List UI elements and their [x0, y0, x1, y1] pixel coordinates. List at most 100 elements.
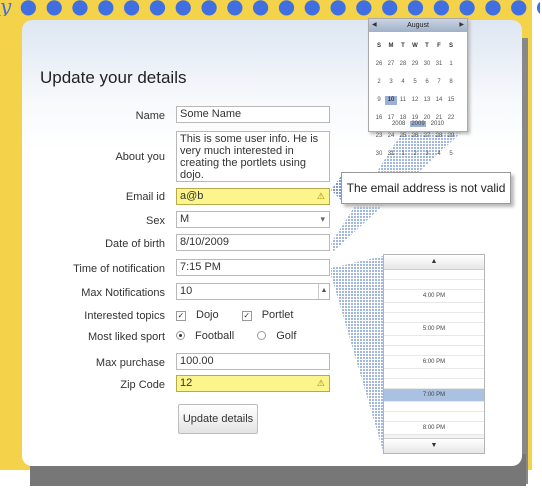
calendar-day[interactable]: 9 [373, 96, 385, 105]
sex-select[interactable]: M ▾ [176, 211, 330, 228]
zip-input[interactable]: 12 ⚠ [176, 375, 330, 392]
chevron-down-icon: ▾ [320, 214, 325, 224]
date-picker-calendar[interactable]: August ◀ ▶ S M T W T F S26 27 28 29 30 31 12 3 4 5 6 7 89 1… [368, 18, 468, 157]
dob-label: Date of birth [105, 238, 165, 250]
calendar-day[interactable]: 4 [433, 150, 445, 159]
calendar-day[interactable]: 25 [397, 132, 409, 141]
time-slot-hour[interactable]: 6:00 PM [384, 356, 484, 369]
calendar-day[interactable]: 12 [409, 96, 421, 105]
about-textarea[interactable]: This is some user info. He is very much … [176, 131, 330, 182]
max-notifications-value: 10 [180, 285, 193, 297]
time-slot-hour[interactable]: 4:00 PM [384, 290, 484, 303]
email-value: a@b [180, 190, 204, 202]
calendar-day[interactable]: 13 [421, 96, 433, 105]
calendar-day[interactable]: 2 [373, 78, 385, 87]
purchase-label: Max purchase [95, 357, 165, 369]
name-value: Some Name [180, 108, 242, 120]
name-label: Name [135, 110, 165, 122]
calendar-day[interactable]: 29 [409, 60, 421, 69]
calendar-day[interactable]: 7 [433, 78, 445, 87]
time-slot[interactable] [384, 379, 484, 389]
calendar-day[interactable]: 2 [409, 150, 421, 159]
prev-month-icon[interactable]: ◀ [372, 21, 377, 28]
time-slot-hour[interactable]: 7:00 PM [384, 389, 484, 402]
calendar-day[interactable]: 31 [385, 150, 397, 159]
calendar-day[interactable]: 10 [385, 96, 397, 105]
calendar-day[interactable]: 5 [445, 150, 457, 159]
about-label: About you [115, 151, 165, 163]
calendar-day[interactable]: 29 [445, 132, 457, 141]
checkbox-dojo[interactable]: ✓ Dojo [176, 309, 229, 321]
calendar-day[interactable]: 30 [421, 60, 433, 69]
calendar-day[interactable]: 24 [385, 132, 397, 141]
calendar-day[interactable]: 27 [421, 132, 433, 141]
calendar-day[interactable]: 30 [373, 150, 385, 159]
checkbox-portlet[interactable]: ✓ Portlet [241, 309, 304, 321]
time-input[interactable]: 7:15 PM [176, 259, 330, 276]
calendar-grid: S M T W T F S26 27 28 29 30 31 12 3 4 5 6 7 89 10 11 12 13 14 15… [373, 34, 463, 160]
sex-label: Sex [146, 215, 165, 227]
time-slot[interactable] [384, 346, 484, 356]
weekday-header: S [376, 43, 381, 49]
email-label: Email id [125, 191, 165, 203]
calendar-day[interactable]: 28 [397, 60, 409, 69]
calendar-day[interactable]: 15 [445, 96, 457, 105]
dob-input[interactable]: 8/10/2009 [176, 234, 330, 251]
update-details-button[interactable]: Update details [178, 404, 258, 434]
dojo-label: Dojo [196, 309, 219, 321]
page-title: Update your details [40, 68, 187, 87]
weekday-header: T [401, 43, 405, 49]
calendar-day[interactable]: 1 [445, 60, 457, 69]
calendar-day[interactable]: 6 [421, 78, 433, 87]
purchase-value: 100.00 [180, 355, 214, 367]
calendar-day[interactable]: 26 [373, 60, 385, 69]
calendar-day[interactable]: 14 [433, 96, 445, 105]
radio-football[interactable]: Football [176, 330, 244, 342]
calendar-day[interactable]: 3 [421, 150, 433, 159]
time-slot[interactable] [384, 402, 484, 412]
max-notifications-spinner[interactable]: 10 ▲▼ [176, 283, 330, 300]
calendar-day[interactable]: 26 [409, 132, 421, 141]
time-slot-hour[interactable]: 5:00 PM [384, 323, 484, 336]
calendar-day[interactable]: 5 [409, 78, 421, 87]
email-input[interactable]: a@b ⚠ [176, 188, 330, 205]
name-input[interactable]: Some Name [176, 106, 330, 123]
radio-golf[interactable]: Golf [257, 330, 306, 342]
scroll-up-icon[interactable]: ▲ [384, 255, 484, 270]
max-notifications-label: Max Notifications [81, 287, 165, 299]
time-slot[interactable] [384, 412, 484, 422]
time-slot[interactable] [384, 313, 484, 323]
time-list: 4:00 PM 5:00 PM 6:00 PM 7:00 PM 8:00 PM [384, 270, 484, 435]
time-slot-hour[interactable]: 8:00 PM [384, 422, 484, 435]
radio-empty-icon [257, 331, 267, 340]
sex-value: M [180, 213, 190, 225]
time-slot[interactable] [384, 270, 484, 280]
calendar-day[interactable]: 4 [397, 78, 409, 87]
calendar-day[interactable]: 23 [373, 132, 385, 141]
time-picker[interactable]: ▲ 4:00 PM 5:00 PM 6:00 PM 7:00 PM 8:00 PM ▼ [383, 254, 485, 454]
time-slot[interactable] [384, 369, 484, 379]
time-slot[interactable] [384, 303, 484, 313]
spinner-arrows-icon[interactable]: ▲▼ [318, 284, 329, 299]
calendar-year[interactable]: 2010 [430, 121, 445, 127]
purchase-input[interactable]: 100.00 [176, 353, 330, 370]
calendar-day[interactable]: 8 [445, 78, 457, 87]
scroll-down-icon[interactable]: ▼ [384, 438, 484, 453]
time-label: Time of notification [73, 263, 165, 275]
calendar-day[interactable]: 28 [433, 132, 445, 141]
calendar-day[interactable]: 27 [385, 60, 397, 69]
calendar-day[interactable]: 31 [433, 60, 445, 69]
about-value: This is some user info. He is very much … [180, 133, 319, 181]
calendar-day[interactable]: 11 [397, 96, 409, 105]
banner-text: y ● ● ● ● ● ● ● ● ● ● ● ● ● ● ● ● ● ● ● … [0, 0, 540, 16]
time-slot[interactable] [384, 280, 484, 290]
calendar-day[interactable]: 3 [385, 78, 397, 87]
calendar-year[interactable]: 2008 [391, 121, 406, 127]
validation-tooltip: The email address is not valid [341, 172, 511, 204]
time-slot[interactable] [384, 336, 484, 346]
calendar-day[interactable]: 1 [397, 150, 409, 159]
dob-value: 8/10/2009 [180, 236, 229, 248]
portlet-label: Portlet [261, 309, 294, 321]
next-month-icon[interactable]: ▶ [459, 21, 464, 28]
calendar-year[interactable]: 2009 [410, 121, 426, 127]
